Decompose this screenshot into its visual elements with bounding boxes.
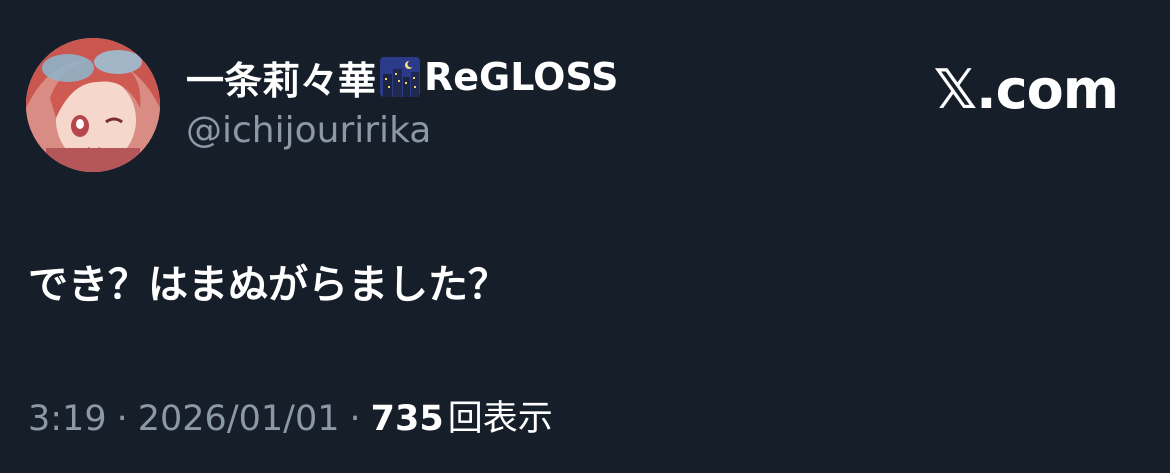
avatar[interactable] — [26, 38, 160, 172]
views-label[interactable]: 回表示 — [448, 390, 553, 441]
tweet-meta: 3:19 · 2026/01/01 · 735 回表示 — [28, 390, 553, 441]
brand-label: 𝕏.com — [933, 58, 1119, 121]
tweet-time[interactable]: 3:19 — [28, 399, 107, 439]
views-count[interactable]: 735 — [371, 399, 444, 439]
tweet-text: でき？はまぬがらました？ — [28, 262, 508, 308]
author-name-row[interactable]: 一条莉々華 ReGLOSS — [186, 50, 618, 105]
night-city-icon — [379, 56, 421, 98]
meta-separator: · — [349, 399, 361, 439]
avatar-image — [26, 38, 160, 172]
author-name-suffix[interactable]: ReGLOSS — [424, 55, 618, 99]
author-handle[interactable]: @ichijouririka — [186, 110, 431, 151]
meta-separator: · — [116, 399, 128, 439]
brand-text: 𝕏.com — [933, 58, 1119, 121]
tweet-card: 一条莉々華 ReGLOSS @ichijouririka 𝕏.com でき？はま… — [0, 0, 1170, 473]
author-display-name[interactable]: 一条莉々華 — [186, 50, 376, 105]
tweet-date[interactable]: 2026/01/01 — [138, 399, 340, 439]
